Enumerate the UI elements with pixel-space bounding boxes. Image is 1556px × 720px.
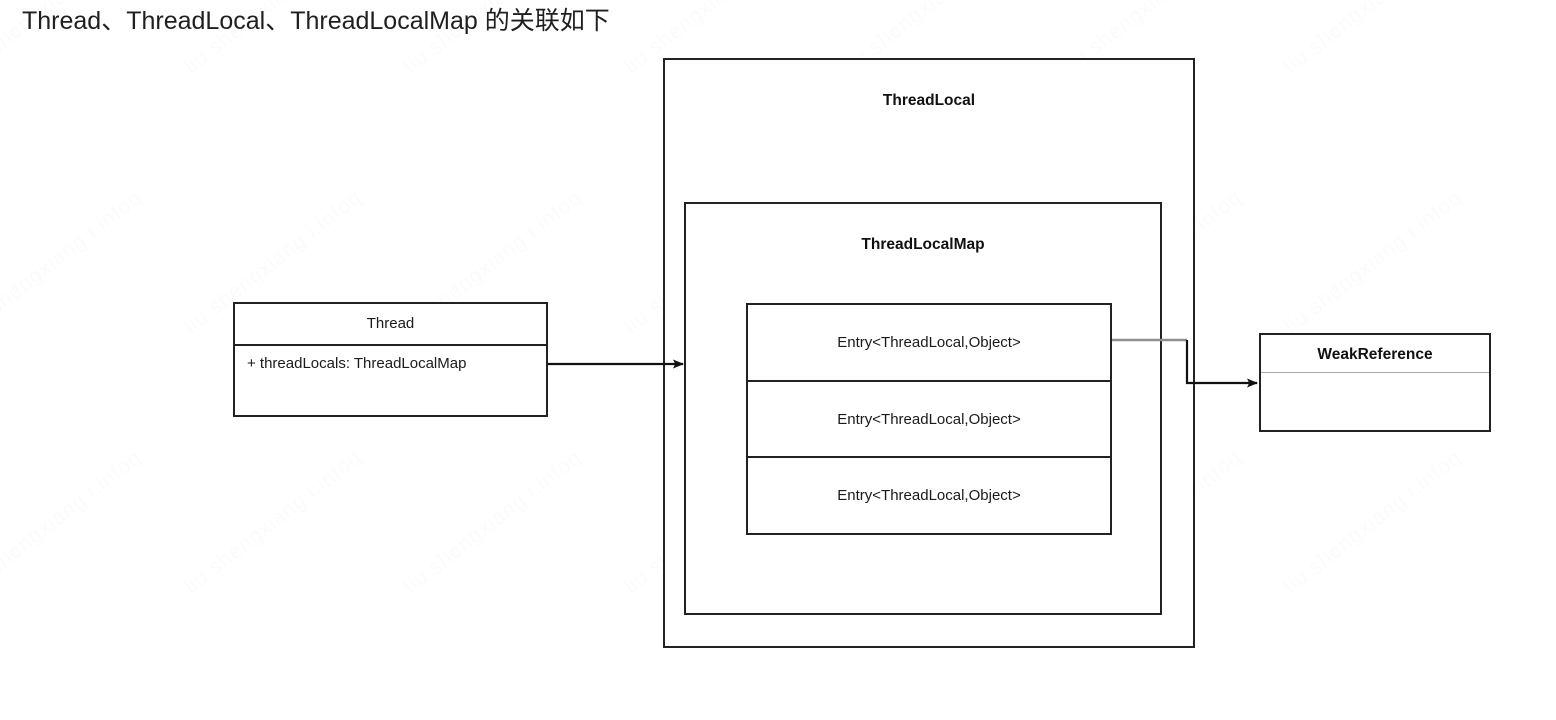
thread-class-title: Thread (366, 315, 415, 332)
entry-row: Entry<ThreadLocal,Object> (748, 458, 1110, 533)
thread-class-attribute: + threadLocals: ThreadLocalMap (247, 355, 467, 372)
entry-label: Entry<ThreadLocal,Object> (837, 333, 1021, 351)
entry-label: Entry<ThreadLocal,Object> (837, 410, 1021, 428)
threadlocalmap-container-title: ThreadLocalMap (861, 236, 985, 253)
diagram-canvas: Thread、ThreadLocal、ThreadLocalMap 的关联如下 … (0, 0, 1556, 720)
entry-list-box: Entry<ThreadLocal,Object> Entry<ThreadLo… (746, 303, 1112, 535)
weakreference-class-divider (1261, 372, 1489, 373)
weakreference-class-title: WeakReference (1317, 346, 1433, 363)
page-title: Thread、ThreadLocal、ThreadLocalMap 的关联如下 (22, 7, 610, 35)
thread-class-divider (235, 344, 546, 346)
thread-class-box: Thread + threadLocals: ThreadLocalMap (233, 302, 548, 417)
weakreference-class-box: WeakReference (1259, 333, 1491, 432)
threadlocal-container-title: ThreadLocal (882, 92, 976, 109)
entry-row: Entry<ThreadLocal,Object> (748, 382, 1110, 459)
entry-row: Entry<ThreadLocal,Object> (748, 305, 1110, 382)
entry-label: Entry<ThreadLocal,Object> (837, 487, 1021, 505)
